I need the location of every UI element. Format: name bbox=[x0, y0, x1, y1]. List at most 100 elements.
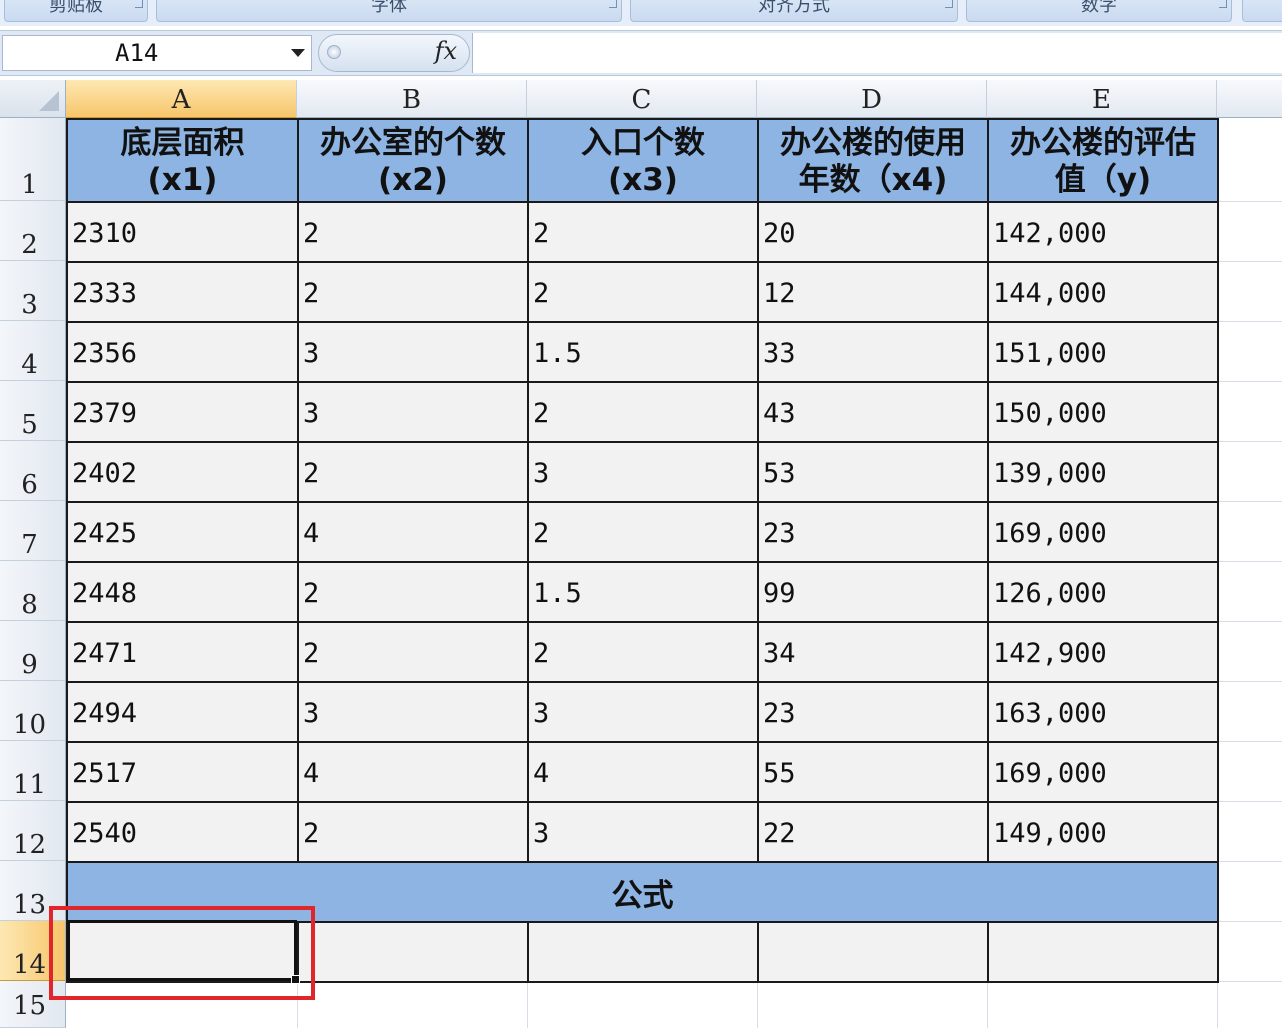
cell[interactable]: 33 bbox=[757, 321, 989, 383]
cell[interactable]: 2402 bbox=[66, 441, 299, 503]
cell[interactable]: 4 bbox=[527, 741, 759, 803]
cell[interactable]: 4 bbox=[297, 741, 529, 803]
cell[interactable]: 2 bbox=[297, 261, 529, 323]
cell[interactable]: 99 bbox=[757, 561, 989, 623]
cell[interactable]: 2356 bbox=[66, 321, 299, 383]
cell[interactable]: 3 bbox=[297, 381, 529, 443]
row-header-2[interactable]: 2 bbox=[0, 201, 66, 261]
cell[interactable]: 142,900 bbox=[987, 621, 1219, 683]
row-header-7[interactable]: 7 bbox=[0, 501, 66, 561]
ribbon-group-clipboard[interactable]: 剪贴板 bbox=[4, 0, 148, 22]
table-header-row: 底层面积 (x1) 办公室的个数 (x2) 入口个数 (x3) 办公楼的使用 年数（x4… bbox=[66, 118, 1219, 203]
cell[interactable]: 2425 bbox=[66, 501, 299, 563]
cell[interactable]: 34 bbox=[757, 621, 989, 683]
cell[interactable]: 126,000 bbox=[987, 561, 1219, 623]
dialog-launcher-icon[interactable] bbox=[135, 0, 143, 8]
cell[interactable]: 12 bbox=[757, 261, 989, 323]
ribbon-group-number[interactable]: 数字 bbox=[966, 0, 1232, 22]
column-header-f[interactable] bbox=[1217, 80, 1282, 118]
cell[interactable]: 2494 bbox=[66, 681, 299, 743]
cell[interactable]: 2 bbox=[527, 201, 759, 263]
cell-e14[interactable] bbox=[987, 921, 1219, 983]
header-cell[interactable]: 入口个数 (x3) bbox=[527, 118, 759, 203]
row-header-8[interactable]: 8 bbox=[0, 561, 66, 621]
column-header-b[interactable]: B bbox=[297, 80, 527, 118]
row-header-6[interactable]: 6 bbox=[0, 441, 66, 501]
column-header-e[interactable]: E bbox=[987, 80, 1217, 118]
cell[interactable]: 2 bbox=[297, 441, 529, 503]
cell[interactable]: 149,000 bbox=[987, 801, 1219, 863]
cell[interactable]: 2310 bbox=[66, 201, 299, 263]
dialog-launcher-icon[interactable] bbox=[945, 0, 953, 8]
insert-function-icon[interactable]: fx bbox=[435, 37, 457, 65]
column-header-c[interactable]: C bbox=[527, 80, 757, 118]
header-cell[interactable]: 底层面积 (x1) bbox=[66, 118, 299, 203]
chevron-down-icon[interactable] bbox=[291, 49, 305, 57]
cell[interactable]: 2 bbox=[527, 501, 759, 563]
cell[interactable]: 23 bbox=[757, 501, 989, 563]
cell[interactable]: 2333 bbox=[66, 261, 299, 323]
cell[interactable]: 3 bbox=[297, 321, 529, 383]
cell[interactable]: 2379 bbox=[66, 381, 299, 443]
cell[interactable]: 2 bbox=[297, 621, 529, 683]
formula-bar-resize-handle[interactable] bbox=[327, 45, 341, 59]
cell[interactable]: 2 bbox=[527, 621, 759, 683]
cell[interactable]: 1.5 bbox=[527, 321, 759, 383]
dialog-launcher-icon[interactable] bbox=[609, 0, 617, 8]
cell[interactable]: 169,000 bbox=[987, 501, 1219, 563]
cell[interactable]: 169,000 bbox=[987, 741, 1219, 803]
column-header-a[interactable]: A bbox=[66, 80, 297, 118]
cell[interactable]: 2 bbox=[527, 261, 759, 323]
cell[interactable]: 23 bbox=[757, 681, 989, 743]
cell[interactable]: 43 bbox=[757, 381, 989, 443]
cell-c14[interactable] bbox=[527, 921, 759, 983]
column-header-d[interactable]: D bbox=[757, 80, 987, 118]
cell[interactable]: 150,000 bbox=[987, 381, 1219, 443]
cell[interactable]: 144,000 bbox=[987, 261, 1219, 323]
dialog-launcher-icon[interactable] bbox=[1219, 0, 1227, 8]
cell[interactable]: 139,000 bbox=[987, 441, 1219, 503]
cell[interactable]: 2 bbox=[527, 381, 759, 443]
cell[interactable]: 22 bbox=[757, 801, 989, 863]
cell[interactable]: 2 bbox=[297, 561, 529, 623]
cell[interactable]: 1.5 bbox=[527, 561, 759, 623]
row-header-5[interactable]: 5 bbox=[0, 381, 66, 441]
cell[interactable]: 142,000 bbox=[987, 201, 1219, 263]
cell[interactable]: 3 bbox=[527, 681, 759, 743]
header-cell[interactable]: 办公室的个数 (x2) bbox=[297, 118, 529, 203]
row-header-11[interactable]: 11 bbox=[0, 741, 66, 801]
ribbon-group-font[interactable]: 字体 bbox=[156, 0, 622, 22]
row-header-1[interactable]: 1 bbox=[0, 118, 66, 201]
row-header-3[interactable]: 3 bbox=[0, 261, 66, 321]
cell[interactable]: 2517 bbox=[66, 741, 299, 803]
cell[interactable]: 2448 bbox=[66, 561, 299, 623]
cell[interactable]: 3 bbox=[527, 441, 759, 503]
cell[interactable]: 2 bbox=[297, 201, 529, 263]
select-all-button[interactable] bbox=[0, 80, 66, 118]
cell[interactable]: 53 bbox=[757, 441, 989, 503]
cell[interactable]: 2540 bbox=[66, 801, 299, 863]
cell[interactable]: 55 bbox=[757, 741, 989, 803]
header-cell[interactable]: 办公楼的使用 年数（x4) bbox=[757, 118, 989, 203]
cell-b14[interactable] bbox=[297, 921, 529, 983]
row-header-12[interactable]: 12 bbox=[0, 801, 66, 861]
row-header-4[interactable]: 4 bbox=[0, 321, 66, 381]
cell[interactable]: 4 bbox=[297, 501, 529, 563]
name-box[interactable]: A14 bbox=[2, 35, 312, 71]
ribbon-group-alignment[interactable]: 对齐方式 bbox=[630, 0, 958, 22]
cell[interactable]: 2 bbox=[297, 801, 529, 863]
cell[interactable]: 151,000 bbox=[987, 321, 1219, 383]
ribbon-group-next[interactable] bbox=[1242, 0, 1282, 22]
cell-d14[interactable] bbox=[757, 921, 989, 983]
cell[interactable]: 163,000 bbox=[987, 681, 1219, 743]
cell[interactable]: 3 bbox=[297, 681, 529, 743]
table-row: 2425 4 2 23 169,000 bbox=[66, 501, 1219, 563]
row-header-10[interactable]: 10 bbox=[0, 681, 66, 741]
row-header-9[interactable]: 9 bbox=[0, 621, 66, 681]
header-cell[interactable]: 办公楼的评估 值（y) bbox=[987, 118, 1219, 203]
cell[interactable]: 2471 bbox=[66, 621, 299, 683]
cell[interactable]: 20 bbox=[757, 201, 989, 263]
cell[interactable]: 3 bbox=[527, 801, 759, 863]
formula-input[interactable] bbox=[472, 33, 1282, 73]
ribbon-strip: 剪贴板 字体 对齐方式 数字 bbox=[0, 0, 1282, 26]
